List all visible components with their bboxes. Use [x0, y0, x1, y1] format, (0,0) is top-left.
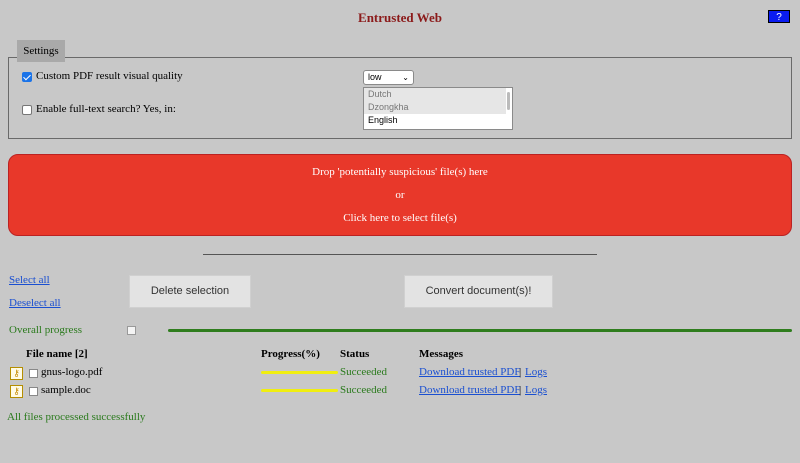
quality-select-value: low [368, 72, 382, 82]
help-button[interactable]: ? [768, 10, 790, 23]
fulltext-checkbox[interactable] [22, 105, 32, 115]
download-trusted-pdf-link[interactable]: Download trusted PDF [419, 384, 520, 396]
link-separator: | [519, 366, 522, 378]
completion-message: All files processed successfully [7, 411, 146, 423]
key-icon: ⚷ [10, 367, 23, 380]
settings-legend: Settings [17, 40, 65, 62]
overall-progress-checkbox[interactable] [127, 326, 136, 335]
language-option[interactable]: Dutch [364, 88, 506, 101]
link-separator: | [519, 384, 522, 396]
language-option-selected[interactable]: English [364, 114, 506, 127]
logs-link[interactable]: Logs [525, 384, 547, 396]
fulltext-label: Enable full-text search? Yes, in: [36, 103, 176, 115]
column-header-status: Status [340, 348, 370, 360]
delete-selection-button[interactable]: Delete selection [129, 275, 251, 308]
column-header-messages: Messages [419, 348, 463, 360]
custom-quality-label: Custom PDF result visual quality [36, 70, 183, 82]
deselect-all-link[interactable]: Deselect all [9, 297, 61, 309]
file-progress-bar [261, 371, 338, 374]
language-option[interactable]: Dzongkha [364, 101, 506, 114]
overall-progress-label: Overall progress [9, 324, 83, 336]
dropzone-line-drop: Drop 'potentially suspicious' file(s) he… [312, 166, 488, 178]
convert-button[interactable]: Convert document(s)! [404, 275, 553, 308]
logs-link[interactable]: Logs [525, 366, 547, 378]
file-status: Succeeded [340, 366, 388, 378]
file-dropzone[interactable]: Drop 'potentially suspicious' file(s) he… [8, 154, 792, 236]
select-all-link[interactable]: Select all [9, 274, 50, 286]
key-icon: ⚷ [10, 385, 23, 398]
download-trusted-pdf-link[interactable]: Download trusted PDF [419, 366, 520, 378]
custom-quality-checkbox[interactable] [22, 72, 32, 82]
dropzone-line-or: or [395, 189, 405, 201]
file-status: Succeeded [340, 384, 388, 396]
row-checkbox[interactable] [29, 369, 38, 378]
file-name: gnus-logo.pdf [41, 366, 103, 378]
column-header-file-name: File name [2] [26, 348, 88, 360]
row-checkbox[interactable] [29, 387, 38, 396]
quality-select[interactable]: low ⌄ [363, 70, 414, 85]
language-list[interactable]: Dutch Dzongkha English [363, 87, 513, 130]
dropzone-line-click: Click here to select file(s) [343, 212, 457, 224]
divider [203, 254, 597, 255]
file-name: sample.doc [41, 384, 91, 396]
language-list-scrollbar[interactable] [507, 92, 510, 110]
chevron-down-icon: ⌄ [402, 73, 409, 82]
app-title: Entrusted Web [358, 10, 442, 25]
overall-progress-bar [168, 329, 792, 332]
file-progress-bar [261, 389, 338, 392]
column-header-progress: Progress(%) [261, 348, 320, 360]
